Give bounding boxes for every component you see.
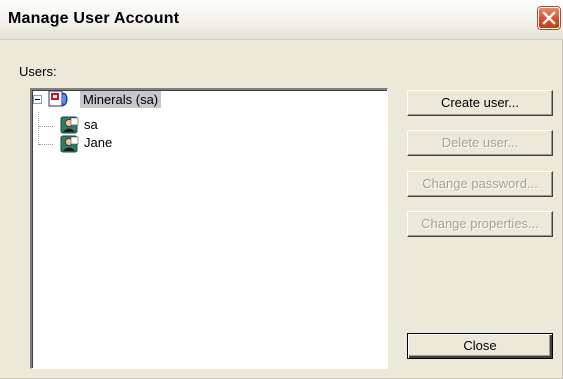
change-password-button[interactable]: Change password... <box>407 171 553 197</box>
delete-user-button[interactable]: Delete user... <box>407 130 553 156</box>
close-window-button[interactable] <box>538 7 560 29</box>
tree-connector-line <box>39 126 53 127</box>
title-bar[interactable]: Manage User Account <box>0 0 563 40</box>
dialog-title: Manage User Account <box>8 10 180 27</box>
tree-node-user-jane[interactable]: Jane <box>84 135 112 151</box>
tree-node-minerals[interactable]: Minerals (sa) <box>80 91 162 108</box>
close-button[interactable]: Close <box>407 333 553 359</box>
manage-user-account-dialog: Manage User Account Users: Minerals (sa)… <box>0 0 563 379</box>
database-icon <box>48 90 68 107</box>
close-icon <box>542 11 556 25</box>
change-properties-button[interactable]: Change properties... <box>407 211 553 237</box>
tree-connector-line <box>39 144 53 145</box>
user-icon <box>60 135 79 153</box>
create-user-button[interactable]: Create user... <box>407 90 553 116</box>
tree-connector-line <box>38 112 39 145</box>
user-icon <box>60 116 79 134</box>
users-label: Users: <box>19 64 57 79</box>
collapse-toggle-icon[interactable] <box>33 95 42 104</box>
tree-node-user-sa[interactable]: sa <box>84 117 98 133</box>
